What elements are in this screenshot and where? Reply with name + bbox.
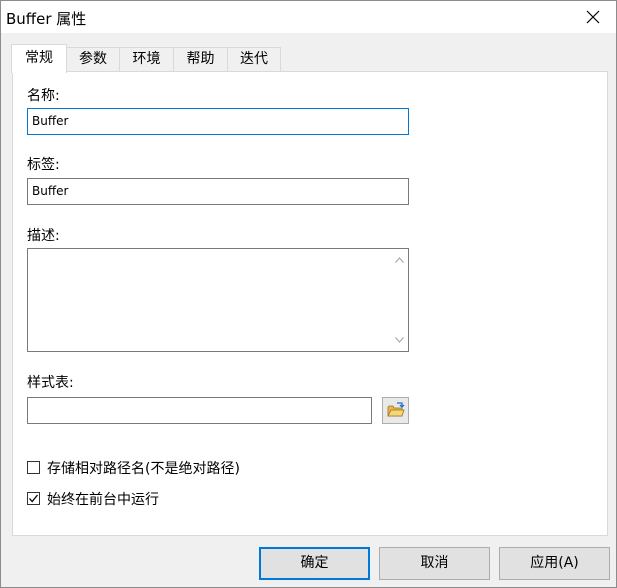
scroll-down-icon[interactable] [395, 337, 404, 343]
tab-parameters[interactable]: 参数 [66, 47, 120, 71]
run-foreground-option[interactable]: 始终在前台中运行 [27, 491, 227, 509]
properties-dialog: Buffer 属性 常规 参数 环境 帮助 迭代 名称: Buffer 标签: … [0, 0, 617, 588]
tab-environment-label: 环境 [132, 51, 161, 67]
tag-input[interactable]: Buffer [27, 178, 409, 205]
tab-general[interactable]: 常规 [11, 44, 67, 73]
run-foreground-label: 始终在前台中运行 [47, 492, 159, 508]
tab-help[interactable]: 帮助 [173, 47, 228, 71]
apply-button[interactable]: 应用(A) [499, 547, 610, 580]
stylesheet-input[interactable] [27, 397, 372, 424]
cancel-button[interactable]: 取消 [379, 547, 490, 580]
checkmark-icon [29, 494, 39, 503]
store-relative-path-label: 存储相对路径名(不是绝对路径) [47, 461, 240, 477]
close-icon [586, 10, 600, 24]
tab-parameters-label: 参数 [79, 51, 107, 67]
name-input[interactable]: Buffer [27, 108, 409, 135]
ok-button[interactable]: 确定 [259, 547, 370, 580]
stylesheet-label: 样式表: [27, 375, 74, 391]
store-relative-path-checkbox[interactable] [27, 461, 40, 474]
name-label: 名称: [27, 88, 60, 104]
tab-general-label: 常规 [25, 50, 53, 66]
description-textarea[interactable] [27, 248, 409, 352]
tab-help-label: 帮助 [186, 51, 215, 67]
tab-iteration[interactable]: 迭代 [227, 47, 281, 71]
close-button[interactable] [570, 1, 616, 33]
open-folder-icon [387, 402, 405, 417]
tab-environment[interactable]: 环境 [119, 47, 174, 71]
tag-label: 标签: [27, 157, 60, 173]
tab-iteration-label: 迭代 [240, 51, 268, 67]
run-foreground-checkbox[interactable] [27, 492, 40, 505]
description-label: 描述: [27, 228, 60, 244]
description-scrollbar[interactable] [391, 249, 408, 351]
title-bar: Buffer 属性 [1, 1, 616, 33]
store-relative-path-option[interactable]: 存储相对路径名(不是绝对路径) [27, 460, 287, 478]
browse-stylesheet-button[interactable] [382, 397, 409, 424]
window-title: Buffer 属性 [6, 10, 87, 28]
scroll-up-icon[interactable] [395, 257, 404, 263]
